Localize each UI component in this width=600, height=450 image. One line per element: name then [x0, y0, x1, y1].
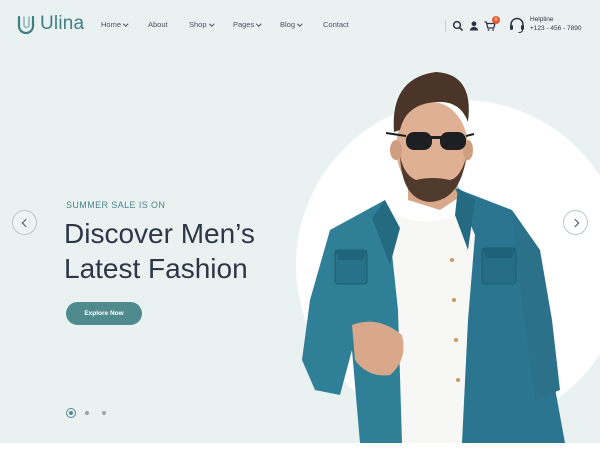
hero-headline: Discover Men’s Latest Fashion	[64, 216, 304, 286]
explore-now-button[interactable]: Explore Now	[66, 302, 142, 325]
nav-item-pages[interactable]: Pages	[233, 20, 262, 29]
helpline-phone[interactable]: +123 - 456 - 7890	[530, 25, 582, 32]
hero-section: Ulina Home About Shop Pages Blog Contact	[0, 0, 600, 443]
user-icon[interactable]	[467, 19, 481, 33]
hero-headline-line-2: Latest Fashion	[64, 253, 248, 284]
chevron-down-icon	[297, 21, 303, 26]
nav-item-label: Pages	[233, 20, 255, 29]
nav-item-label: Blog	[280, 20, 296, 29]
slider-dot-2[interactable]	[85, 411, 89, 415]
nav-item-label: About	[148, 20, 168, 29]
nav-item-label: Home	[101, 20, 122, 29]
nav-item-blog[interactable]: Blog	[280, 20, 303, 29]
nav-item-label: Shop	[189, 20, 207, 29]
brand-logo[interactable]: Ulina	[16, 12, 84, 36]
nav-item-about[interactable]: About	[148, 20, 168, 29]
chevron-down-icon	[123, 21, 129, 26]
model-image	[302, 72, 565, 443]
ulina-logo-icon	[17, 15, 35, 35]
chevron-down-icon	[256, 21, 262, 26]
header-divider	[445, 20, 446, 32]
search-icon[interactable]	[451, 19, 465, 33]
slider-dot-1[interactable]	[66, 408, 76, 418]
cart-count-badge: 0	[492, 16, 500, 24]
slider-dot-3[interactable]	[102, 411, 106, 415]
slider-prev-button[interactable]	[12, 210, 37, 235]
chevron-down-icon	[208, 21, 214, 26]
nav-item-contact[interactable]: Contact	[323, 20, 349, 29]
nav-item-home[interactable]: Home	[101, 20, 129, 29]
hero-headline-line-1: Discover Men’s	[64, 218, 255, 249]
nav-item-label: Contact	[323, 20, 349, 29]
hero-eyebrow: SUMMER SALE IS ON	[66, 200, 166, 210]
site-header: Ulina Home About Shop Pages Blog Contact	[0, 0, 600, 50]
helpline-label: Helpline	[530, 16, 554, 23]
nav-item-shop[interactable]: Shop	[189, 20, 214, 29]
headset-icon	[510, 17, 524, 34]
brand-name: Ulina	[40, 13, 85, 34]
